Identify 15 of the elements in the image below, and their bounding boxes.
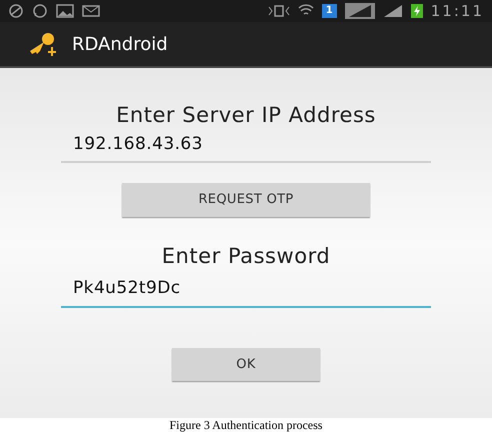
- vibrate-icon: [268, 4, 290, 18]
- field-label: Enter Password: [162, 242, 330, 270]
- ok-button[interactable]: OK: [172, 348, 320, 381]
- signal-icon: [382, 4, 403, 18]
- text-field[interactable]: 192.168.43.63: [61, 132, 431, 163]
- app-title: RDAndroid: [72, 32, 168, 56]
- notification-badge: 1: [322, 4, 337, 18]
- battery-icon: [410, 4, 423, 18]
- request-otp-button[interactable]: REQUEST OTP: [122, 183, 370, 216]
- signal-icon: [344, 3, 375, 19]
- mail-icon: [82, 4, 100, 18]
- image-icon: [56, 4, 74, 18]
- text-field[interactable]: Pk4u52t9Dc: [61, 276, 431, 308]
- clock: 11:11: [430, 0, 484, 22]
- field-label: Enter Server IP Address: [116, 102, 376, 129]
